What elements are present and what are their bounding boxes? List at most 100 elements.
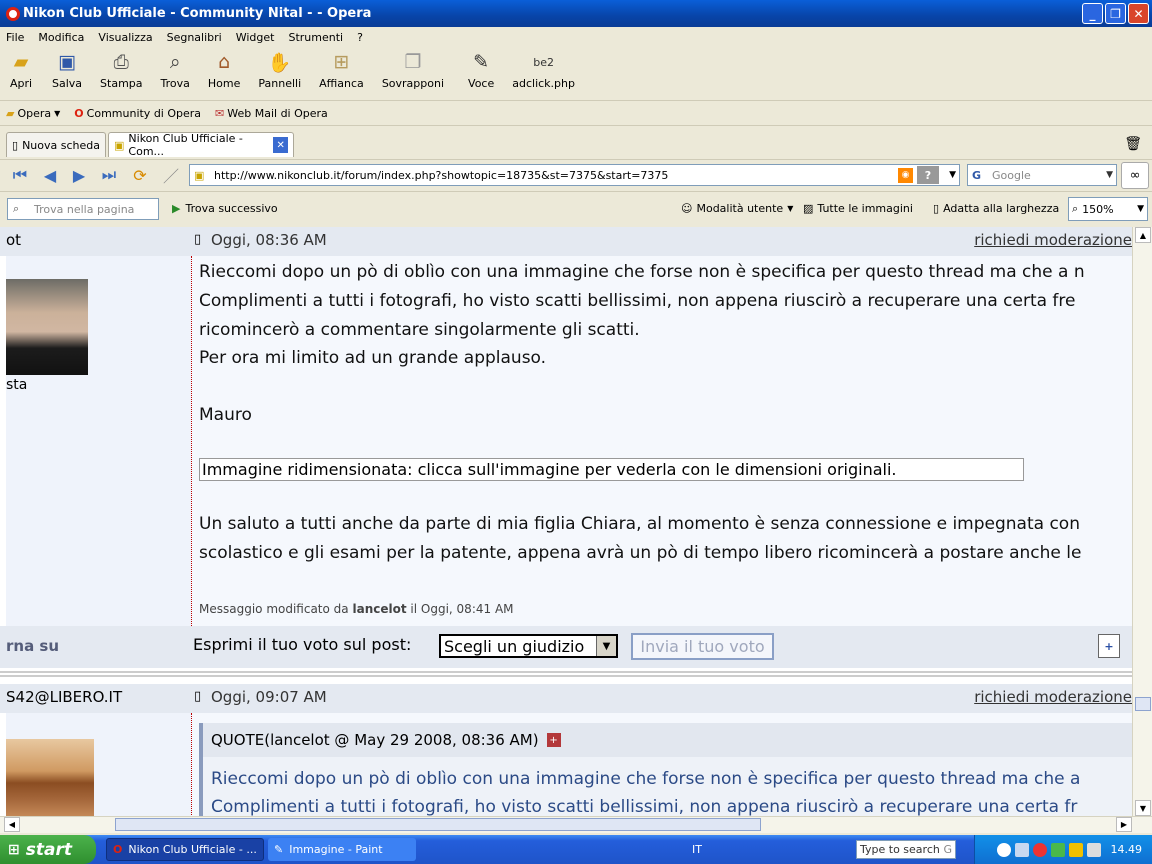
menu-modifica[interactable]: Modifica [38, 31, 84, 44]
system-tray: 14.49 [974, 835, 1152, 864]
google-icon: G [943, 843, 952, 856]
chevron-down-icon[interactable]: ▼ [1106, 170, 1113, 180]
fast-forward-icon[interactable]: ⏭ [98, 165, 120, 185]
user-mode-button[interactable]: ☺ Modalità utente ▼ [681, 202, 793, 215]
opera-icon: O [113, 843, 123, 856]
scroll-down-icon[interactable]: ▼ [1135, 800, 1151, 816]
forward-icon[interactable]: ▶ [68, 165, 90, 185]
menu-bar: File Modifica Visualizza Segnalibri Widg… [0, 27, 1152, 47]
opera-icon: O [74, 107, 84, 120]
opera-logo-icon [6, 6, 20, 21]
url-field[interactable]: ▣ http://www.nikonclub.it/forum/index.ph… [189, 164, 960, 186]
find-button[interactable]: ⌕ Trova [161, 50, 190, 90]
close-button[interactable]: ✕ [1128, 3, 1149, 24]
vertical-scrollbar[interactable]: ▲ ▼ [1132, 227, 1152, 816]
post-author[interactable]: ot [6, 231, 21, 249]
print-button[interactable]: ⎙ Stampa [100, 50, 142, 90]
tray-icon[interactable] [1014, 842, 1029, 857]
chevron-down-icon: ▼ [787, 204, 794, 213]
scroll-right-icon[interactable]: ▶ [1116, 817, 1132, 832]
folder-icon: ▰ [6, 107, 15, 120]
post-date: Oggi, 09:07 AM [211, 688, 327, 706]
scroll-thumb[interactable] [115, 818, 761, 831]
panels-button[interactable]: ✋ Pannelli [258, 50, 301, 91]
tab-bar: ▯ Nuova scheda ▣ Nikon Club Ufficiale - Co… [0, 131, 1152, 158]
image-icon: ▨ [803, 202, 814, 215]
tray-icon[interactable] [996, 842, 1011, 857]
save-button[interactable]: ▣ Salva [52, 50, 82, 90]
voice-button[interactable]: ✎ Voce [468, 50, 494, 90]
address-bar: ⏮ ◀ ▶ ⏭ ⟳ ／ ▣ http://www.nikonclub.it/fo… [0, 159, 1152, 190]
menu-strumenti[interactable]: Strumenti [288, 31, 343, 44]
avatar [6, 279, 88, 375]
menu-segnalibri[interactable]: Segnalibri [167, 31, 222, 44]
scroll-up-icon[interactable]: ▲ [1135, 227, 1151, 243]
page-icon: ▯ [12, 138, 19, 152]
post-author[interactable]: S42@LIBERO.IT [6, 688, 122, 706]
tab-nikon[interactable]: ▣ Nikon Club Ufficiale - Com... ✕ [108, 132, 294, 158]
taskbar-search[interactable]: Type to search G [856, 840, 956, 859]
language-indicator[interactable]: IT [692, 843, 702, 856]
adclick-button[interactable]: be2 adclick.php [512, 50, 575, 91]
member-rank: sta [6, 377, 28, 393]
site-icon: ▣ [114, 138, 125, 152]
close-tab-icon[interactable]: ✕ [273, 137, 288, 153]
menu-file[interactable]: File [6, 31, 24, 44]
tray-icon[interactable] [1086, 842, 1101, 857]
tray-icon[interactable] [1068, 842, 1083, 857]
edit-icon[interactable]: ／ [160, 165, 182, 186]
minimize-button[interactable]: _ [1082, 3, 1103, 24]
home-button[interactable]: ⌂ Home [208, 50, 240, 90]
scroll-left-icon[interactable]: ◀ [4, 817, 20, 832]
chevron-down-icon[interactable]: ▼ [949, 170, 956, 180]
tray-icon[interactable] [1032, 842, 1047, 857]
find-next-button[interactable]: ▶ Trova successivo [172, 202, 278, 215]
vote-submit-button[interactable]: Invia il tuo voto [631, 633, 774, 660]
reload-icon[interactable]: ⟳ [129, 165, 151, 185]
back-to-top-link[interactable]: rna su [6, 637, 59, 655]
save-icon: ▣ [58, 51, 76, 73]
rss-icon[interactable]: ◉ [898, 167, 913, 183]
quote-link-icon[interactable]: + [546, 733, 561, 747]
trash-icon[interactable]: 🗑 [1124, 136, 1142, 152]
plus-icon[interactable]: + [1098, 634, 1120, 658]
tray-icon[interactable] [1050, 842, 1065, 857]
cascade-button[interactable]: ❐ Sovrapponi [382, 50, 444, 90]
page-content: ot ▯ Oggi, 08:36 AM richiedi moderazione… [0, 227, 1132, 816]
moderation-link[interactable]: richiedi moderazione [974, 688, 1132, 706]
rewind-icon[interactable]: ⏮ [9, 165, 31, 185]
task-paint[interactable]: ✎ Immagine - Paint [268, 838, 416, 861]
bookmark-community[interactable]: O Community di Opera [74, 107, 201, 120]
mail-icon: ✉ [215, 107, 225, 120]
fit-width-button[interactable]: ▯ Adatta alla larghezza [933, 202, 1059, 215]
resize-notice[interactable]: Immagine ridimensionata: clicca sull'imm… [199, 458, 1024, 481]
restore-button[interactable]: ❐ [1105, 3, 1126, 24]
moderation-link[interactable]: richiedi moderazione [974, 231, 1132, 249]
start-button[interactable]: ⊞ start [0, 835, 96, 864]
vote-select[interactable]: Scegli un giudizio ▼ [439, 634, 618, 658]
post-icon: ▯ [194, 232, 202, 247]
quote-block: QUOTE(lancelot @ May 29 2008, 08:36 AM) … [199, 723, 1132, 816]
menu-help[interactable]: ? [357, 31, 363, 44]
paint-icon: ✎ [274, 843, 284, 856]
bookmark-opera[interactable]: ▰ Opera ▼ [6, 107, 60, 120]
open-button[interactable]: ▰ Apri [8, 50, 34, 90]
tile-button[interactable]: ⊞ Affianca [319, 50, 364, 90]
help-icon[interactable]: ? [917, 166, 939, 184]
all-images-button[interactable]: ▨ Tutte le immagini [803, 202, 913, 215]
menu-visualizza[interactable]: Visualizza [98, 31, 152, 44]
bookmark-webmail[interactable]: ✉ Web Mail di Opera [215, 107, 328, 120]
horizontal-scrollbar[interactable]: ◀ ▶ [0, 816, 1152, 833]
task-opera[interactable]: O Nikon Club Ufficiale - ... [106, 838, 264, 861]
menu-widget[interactable]: Widget [236, 31, 275, 44]
back-icon[interactable]: ◀ [39, 165, 61, 185]
windows-logo-icon: ⊞ [8, 841, 20, 858]
post-icon: ▯ [194, 689, 202, 704]
search-field[interactable]: G Google ▼ [967, 164, 1117, 186]
tab-new[interactable]: ▯ Nuova scheda [6, 132, 106, 157]
glasses-icon[interactable]: ∞ [1121, 162, 1149, 189]
find-input[interactable]: ⌕ Trova nella pagina [7, 198, 159, 220]
zoom-select[interactable]: ⌕ 150% ▼ [1068, 197, 1148, 221]
scroll-thumb[interactable] [1135, 697, 1151, 711]
avatar [6, 739, 94, 816]
